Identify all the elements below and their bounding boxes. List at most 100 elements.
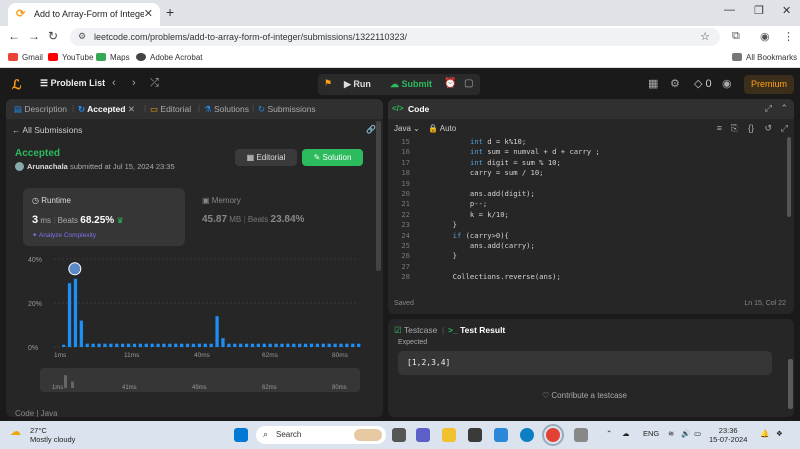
tab-test-result[interactable]: >_ Test Result bbox=[448, 325, 505, 335]
settings-gear-icon[interactable]: ⚙ bbox=[670, 77, 680, 90]
new-tab-icon[interactable]: + bbox=[166, 4, 174, 20]
tab-submissions[interactable]: ↻ Submissions bbox=[258, 104, 316, 115]
run-button[interactable]: ▶ Run bbox=[344, 79, 371, 90]
author-name[interactable]: Arunachala bbox=[27, 162, 68, 171]
code-line[interactable]: 20 ans.add(digit); bbox=[388, 189, 786, 199]
maximize-icon[interactable]: ⤢ bbox=[765, 103, 772, 114]
forward-icon[interactable]: → bbox=[28, 29, 40, 43]
task-view-icon[interactable] bbox=[392, 428, 406, 442]
teams-icon[interactable] bbox=[416, 428, 430, 442]
edge-icon[interactable] bbox=[520, 428, 534, 442]
language-select[interactable]: Java ⌄ bbox=[394, 124, 420, 133]
code-line[interactable]: 19 bbox=[388, 179, 786, 189]
code-scrollbar[interactable] bbox=[787, 137, 791, 217]
language-indicator[interactable]: ENG bbox=[643, 429, 659, 438]
problem-list-link[interactable]: ☰ Problem List bbox=[40, 78, 105, 89]
reset-icon[interactable]: ↺ bbox=[764, 123, 772, 134]
y-tick-label: 20% bbox=[28, 301, 42, 308]
fullscreen-icon[interactable]: ⤢ bbox=[781, 123, 788, 134]
leetcode-logo-icon[interactable]: ℒ bbox=[12, 77, 21, 93]
system-clock[interactable]: 23:36 15-07-2024 bbox=[709, 426, 747, 444]
reload-icon[interactable]: ↻ bbox=[48, 29, 58, 43]
premium-button[interactable]: Premium bbox=[744, 75, 794, 94]
code-line[interactable]: 24 if (carry>0){ bbox=[388, 231, 786, 241]
collapse-icon[interactable]: ⌃ bbox=[780, 103, 788, 114]
submit-button[interactable]: ☁ Submit bbox=[390, 79, 432, 90]
chrome-icon[interactable] bbox=[542, 424, 564, 446]
shuffle-icon[interactable]: ⤮ bbox=[150, 77, 159, 90]
taskbar-search[interactable]: ⌕ Search bbox=[256, 426, 386, 444]
bookmark-gmail[interactable]: Gmail bbox=[8, 53, 43, 62]
menu-icon[interactable]: ⋮ bbox=[783, 30, 794, 43]
code-line[interactable]: 22 k = k/10; bbox=[388, 210, 786, 220]
all-submissions-link[interactable]: ← All Submissions bbox=[12, 125, 82, 135]
chart-range-minimap[interactable]: 1ms 41ms 49ms 62ms 80ms bbox=[40, 368, 360, 392]
code-line[interactable]: 25 ans.add(carry); bbox=[388, 241, 786, 251]
user-avatar[interactable]: ◉ bbox=[722, 77, 732, 90]
all-bookmarks[interactable]: All Bookmarks bbox=[732, 53, 797, 62]
coins-counter[interactable]: ◇ 0 bbox=[694, 77, 712, 90]
debug-icon[interactable]: ⚑ bbox=[324, 78, 332, 89]
bookmark-maps[interactable]: Maps bbox=[96, 53, 130, 62]
cloud-icon[interactable]: ☁ bbox=[622, 429, 630, 438]
left-panel-scrollbar[interactable] bbox=[376, 121, 381, 271]
runtime-card[interactable]: ◷ Runtime 3 ms | Beats 68.25% ♛ ✦ Analyz… bbox=[23, 188, 185, 246]
code-line[interactable]: 16 int sum = numval + d + carry ; bbox=[388, 147, 786, 157]
share-link-icon[interactable]: 🔗 bbox=[366, 125, 376, 134]
bookmark-star-icon[interactable]: ☆ bbox=[700, 30, 710, 43]
battery-icon[interactable]: ▭ bbox=[694, 429, 701, 438]
notes-icon[interactable]: ▢ bbox=[464, 78, 473, 89]
auto-mode[interactable]: 🔒 Auto bbox=[428, 124, 456, 133]
code-line[interactable]: 17 int digit = sum % 10; bbox=[388, 158, 786, 168]
app-icon[interactable] bbox=[574, 428, 588, 442]
notification-icon[interactable]: 🔔 bbox=[760, 429, 769, 438]
close-window-icon[interactable]: ✕ bbox=[782, 4, 791, 17]
testcase-scrollbar[interactable] bbox=[788, 359, 793, 409]
solution-button[interactable]: ✎ Solution bbox=[302, 149, 363, 166]
copilot-icon[interactable]: ❖ bbox=[776, 429, 783, 438]
timer-icon[interactable]: ⏰ bbox=[444, 78, 456, 89]
code-line[interactable]: 26 } bbox=[388, 251, 786, 261]
windows-start-icon[interactable] bbox=[234, 428, 248, 442]
profile-avatar-icon[interactable]: ◉ bbox=[760, 30, 770, 43]
editorial-button[interactable]: ▦ Editorial bbox=[235, 149, 297, 166]
tab-solutions[interactable]: ⚗ Solutions bbox=[204, 104, 249, 115]
restore-icon[interactable]: ❐ bbox=[754, 4, 764, 17]
bookmark-icon[interactable]: ⎘ bbox=[731, 123, 738, 134]
bookmark-youtube[interactable]: YouTube bbox=[48, 53, 93, 62]
contribute-testcase-link[interactable]: ♡ Contribute a testcase bbox=[542, 391, 627, 400]
tray-chevron-icon[interactable]: ⌃ bbox=[606, 429, 612, 438]
tab-accepted[interactable]: ↻ Accepted ✕ bbox=[78, 104, 135, 115]
bookmark-adobe[interactable]: Adobe Acrobat bbox=[136, 53, 202, 62]
tab-testcase[interactable]: ☑ Testcase bbox=[394, 325, 437, 336]
code-line[interactable]: 18 carry = sum / 10; bbox=[388, 168, 786, 178]
code-line[interactable]: 27 bbox=[388, 262, 786, 272]
tab-editorial[interactable]: ▭ Editorial bbox=[150, 104, 191, 115]
code-line[interactable]: 23 } bbox=[388, 220, 786, 230]
browser-tab[interactable]: ⟳ Add to Array-Form of Integer - ✕ bbox=[8, 3, 160, 26]
next-problem-icon[interactable]: › bbox=[132, 77, 136, 89]
tab-description[interactable]: ▤ Description bbox=[14, 104, 67, 115]
site-info-icon[interactable]: ⚙ bbox=[78, 31, 86, 42]
code-line[interactable]: 15 int d = k%10; bbox=[388, 137, 786, 147]
prev-problem-icon[interactable]: ‹ bbox=[112, 77, 116, 89]
wifi-icon[interactable]: ≋ bbox=[668, 429, 674, 438]
extensions-icon[interactable]: ⧉ bbox=[732, 30, 740, 43]
store-icon[interactable] bbox=[468, 428, 482, 442]
layout-icon[interactable]: ▦ bbox=[648, 77, 658, 90]
file-explorer-icon[interactable] bbox=[442, 428, 456, 442]
back-icon[interactable]: ← bbox=[8, 29, 20, 43]
code-line[interactable]: 21 p--; bbox=[388, 199, 786, 209]
close-accepted-tab-icon[interactable]: ✕ bbox=[128, 104, 135, 114]
braces-icon[interactable]: {} bbox=[748, 123, 754, 133]
url-field[interactable]: ⚙ leetcode.com/problems/add-to-array-for… bbox=[70, 28, 720, 46]
analyze-complexity-link[interactable]: ✦ Analyze Complexity bbox=[32, 231, 96, 239]
memory-label[interactable]: ▣ Memory bbox=[202, 196, 241, 205]
minimize-icon[interactable]: — bbox=[724, 4, 735, 16]
mail-icon[interactable] bbox=[494, 428, 508, 442]
code-area[interactable]: 15 int d = k%10; 16 int sum = numval + d … bbox=[388, 137, 786, 289]
volume-icon[interactable]: 🔊 bbox=[681, 429, 690, 438]
format-icon[interactable]: ≡ bbox=[717, 123, 722, 133]
close-tab-icon[interactable]: ✕ bbox=[144, 7, 153, 20]
code-line[interactable]: 28 Collections.reverse(ans); bbox=[388, 272, 786, 282]
